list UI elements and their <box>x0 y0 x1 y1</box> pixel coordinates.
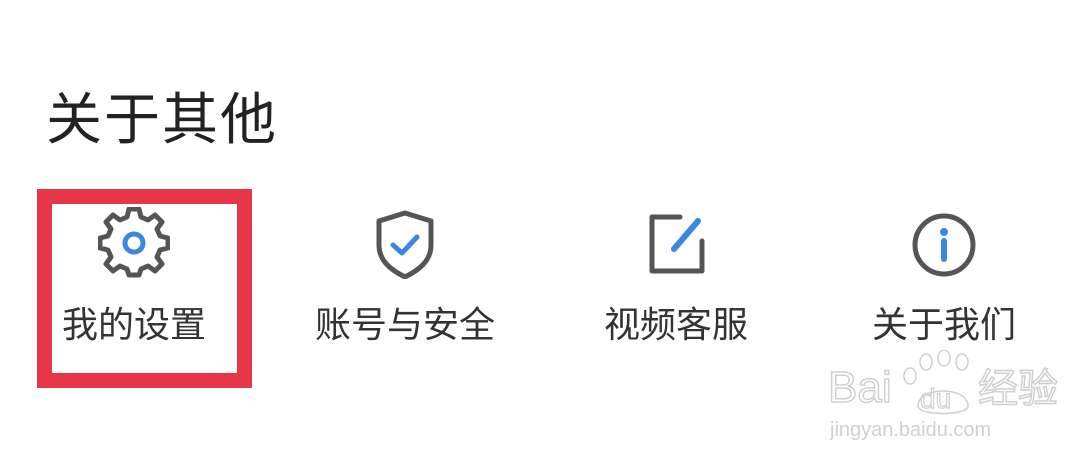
account-security-tile[interactable]: 账号与安全 <box>285 195 525 385</box>
about-us-tile[interactable]: 关于我们 <box>824 195 1064 385</box>
watermark-url: jingyan.baidu.com <box>830 419 992 441</box>
svg-text:du: du <box>920 383 951 414</box>
gear-icon <box>98 207 170 278</box>
video-service-label: 视频客服 <box>603 305 748 346</box>
edit-icon <box>649 214 705 274</box>
menu-grid: 我的设置 账号与安全 视频客服 关于我们 <box>0 195 1080 385</box>
about-other-page: 关于其他 我的设置 账号与安全 视频客服 关于我们 Bai du 经验 jing… <box>0 0 1080 465</box>
my-settings-tile[interactable]: 我的设置 <box>14 195 254 385</box>
account-security-label: 账号与安全 <box>314 305 495 346</box>
section-title: 关于其他 <box>46 88 278 153</box>
my-settings-label: 我的设置 <box>61 305 206 346</box>
info-icon <box>912 213 976 277</box>
shield-check-icon <box>376 210 434 279</box>
video-service-tile[interactable]: 视频客服 <box>556 195 796 385</box>
about-us-label: 关于我们 <box>871 305 1016 346</box>
